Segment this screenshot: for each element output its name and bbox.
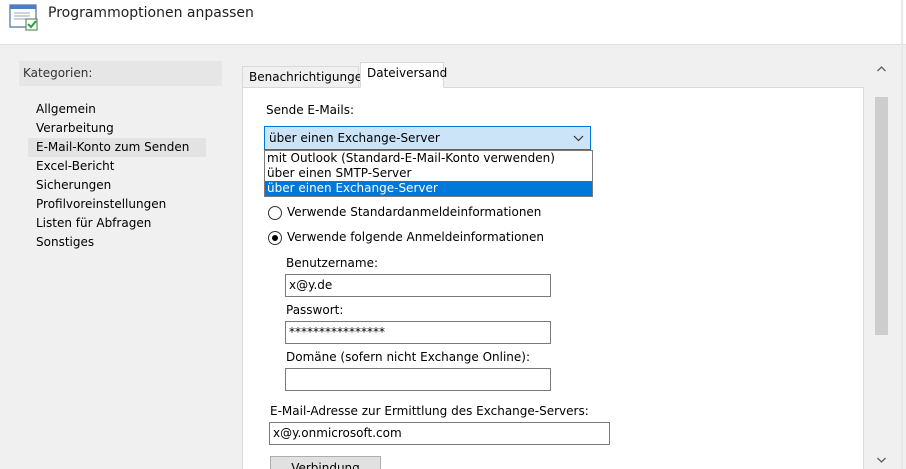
password-label: Passwort: [286, 303, 344, 317]
scrollbar-thumb[interactable] [875, 97, 888, 335]
options-dialog: Kategorien: Allgemein Verarbeitung E-Mai… [0, 44, 906, 469]
send-emails-label: Sende E-Mails: [266, 103, 355, 117]
radio-custom-credentials-label: Verwende folgende Anmeldeinformationen [287, 230, 544, 244]
send-method-value: über einen Exchange-Server [269, 131, 440, 145]
tab-page-dateiversand: Sende E-Mails: über einen Exchange-Serve… [242, 87, 864, 469]
option-outlook[interactable]: mit Outlook (Standard-E-Mail-Konto verwe… [265, 151, 592, 166]
scroll-up-arrow-icon[interactable] [873, 61, 890, 78]
radio-default-credentials[interactable] [268, 206, 282, 220]
category-item-allgemein[interactable]: Allgemein [28, 100, 206, 119]
window-title: Programmoptionen anpassen [48, 5, 254, 21]
title-bar: Programmoptionen anpassen [0, 0, 906, 44]
exchange-address-field[interactable]: x@y.onmicrosoft.com [269, 422, 610, 445]
category-item-listen[interactable]: Listen für Abfragen [28, 214, 206, 233]
password-field[interactable]: **************** [285, 321, 551, 344]
category-list: Allgemein Verarbeitung E-Mail-Konto zum … [28, 100, 206, 252]
username-field[interactable]: x@y.de [285, 274, 551, 297]
window-edge [901, 0, 903, 469]
scroll-down-arrow-icon[interactable] [873, 451, 890, 468]
categories-header: Kategorien: [19, 61, 222, 86]
send-method-dropdown: mit Outlook (Standard-E-Mail-Konto verwe… [264, 150, 593, 197]
radio-default-credentials-label: Verwende Standardanmeldeinformationen [287, 205, 542, 219]
category-item-sicherungen[interactable]: Sicherungen [28, 176, 206, 195]
option-exchange[interactable]: über einen Exchange-Server [265, 181, 592, 196]
username-label: Benutzername: [286, 256, 379, 270]
category-item-verarbeitung[interactable]: Verarbeitung [28, 119, 206, 138]
category-item-sonstiges[interactable]: Sonstiges [28, 233, 206, 252]
category-item-excel-bericht[interactable]: Excel-Bericht [28, 157, 206, 176]
domain-label: Domäne (sofern nicht Exchange Online): [286, 350, 530, 364]
option-smtp[interactable]: über einen SMTP-Server [265, 166, 592, 181]
exchange-address-label: E-Mail-Adresse zur Ermittlung des Exchan… [270, 404, 589, 418]
test-connection-button[interactable]: Verbindung testen [270, 456, 381, 469]
vertical-scrollbar[interactable] [873, 61, 890, 469]
settings-window-icon [9, 4, 38, 31]
tab-dateiversand[interactable]: Dateiversand [360, 62, 447, 88]
category-item-email-konto[interactable]: E-Mail-Konto zum Senden [28, 138, 206, 157]
domain-field[interactable] [285, 368, 551, 391]
category-item-profilvoreinstellungen[interactable]: Profilvoreinstellungen [28, 195, 206, 214]
chevron-down-icon[interactable] [573, 129, 584, 150]
tab-benachrichtigungen[interactable]: Benachrichtigungen [242, 66, 370, 88]
radio-custom-credentials[interactable] [268, 231, 282, 245]
send-method-combobox[interactable]: über einen Exchange-Server [264, 126, 591, 150]
